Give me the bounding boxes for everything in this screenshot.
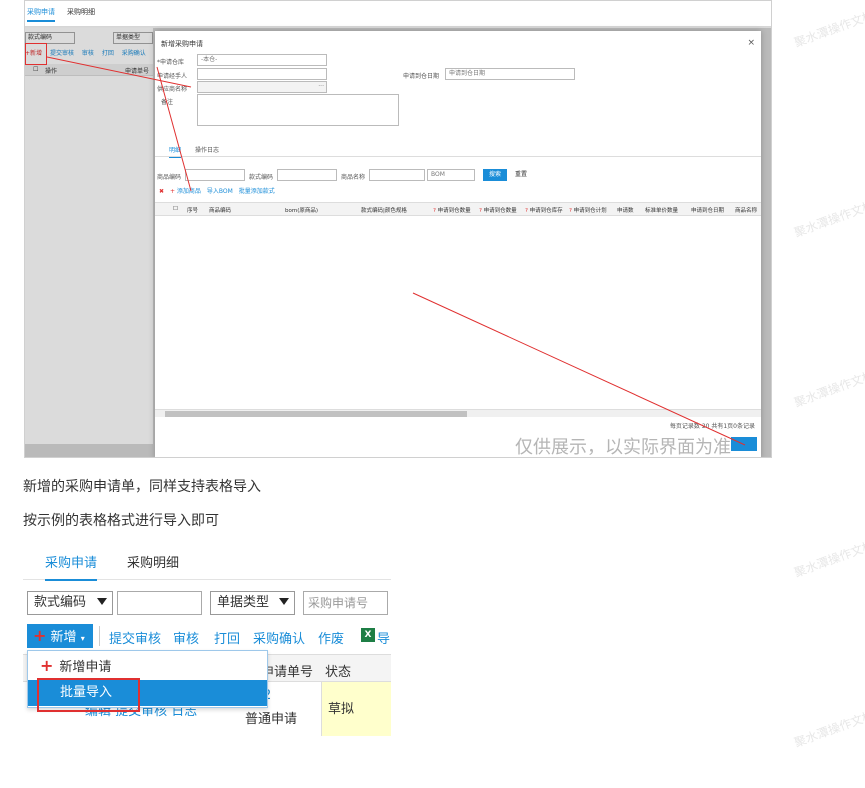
column-status: 状态	[325, 665, 352, 680]
status-cell: 草拟	[321, 682, 391, 736]
column-order-no: 申请单号	[261, 665, 314, 680]
style-code-select[interactable]: 款式编码	[27, 591, 113, 615]
toolbar-divider	[99, 626, 100, 646]
tab-purchase-request[interactable]: 采购申请	[45, 552, 98, 581]
annotation-arrows	[46, 56, 746, 446]
chevron-down-icon	[97, 598, 107, 605]
menu-item-new-request-label: 新增申请	[59, 660, 112, 675]
add-button-label: 新增	[50, 630, 77, 645]
tab-purchase-detail[interactable]: 采购明细	[127, 552, 179, 571]
arrow-to-dialog	[46, 56, 192, 88]
style-code-input[interactable]	[117, 591, 202, 615]
void-button[interactable]: 作废	[318, 628, 344, 647]
screenshot-new-purchase-request: 采购申请 采购明细 款式编码 单据类型 +新增 提交审核 审核 打回 采购确认 …	[24, 0, 772, 458]
chevron-down-icon	[279, 598, 289, 605]
menu-item-new-request[interactable]: + 新增申请	[28, 653, 267, 679]
caret-down-icon: ▾	[80, 634, 85, 643]
review-button[interactable]: 审核	[173, 628, 199, 647]
bg-watermark: 聚水潭操作文档	[792, 708, 865, 750]
export-button[interactable]: 导	[377, 628, 390, 647]
tab-bar: 采购申请 采购明细	[23, 540, 391, 581]
plus-icon: +	[33, 626, 47, 645]
submit-review-button[interactable]: 提交审核	[109, 628, 161, 647]
row-order-type: 普通申请	[245, 712, 298, 727]
bg-watermark: 聚水潭操作文档	[792, 368, 865, 410]
plus-icon: +	[40, 656, 54, 675]
paragraph-table-import: 新增的采购申请单，同样支持表格导入	[23, 479, 261, 495]
status-badge: 草拟	[328, 702, 355, 717]
style-code-select-value: 款式编码	[34, 595, 87, 610]
add-button[interactable]: + 新增 ▾	[27, 624, 93, 648]
purchase-confirm-button[interactable]: 采购确认	[253, 628, 305, 647]
bg-watermark: 聚水潭操作文档	[792, 8, 865, 50]
bg-watermark: 聚水潭操作文档	[792, 538, 865, 580]
reject-button[interactable]: 打回	[214, 628, 240, 647]
excel-icon[interactable]: X	[361, 628, 375, 642]
bg-watermark: 聚水潭操作文档	[792, 198, 865, 240]
order-type-select[interactable]: 单据类型	[210, 591, 295, 615]
paragraph-import-format: 按示例的表格格式进行导入即可	[23, 513, 219, 529]
arrow-to-confirm	[412, 292, 746, 446]
order-type-select-value: 单据类型	[217, 595, 270, 610]
screenshot-batch-import-menu: 采购申请 采购明细 款式编码 单据类型 采购申请号 + 新增 ▾ 提交审核 审核…	[23, 540, 391, 736]
request-no-input[interactable]: 采购申请号	[303, 591, 388, 615]
highlight-batch-import	[37, 678, 140, 712]
